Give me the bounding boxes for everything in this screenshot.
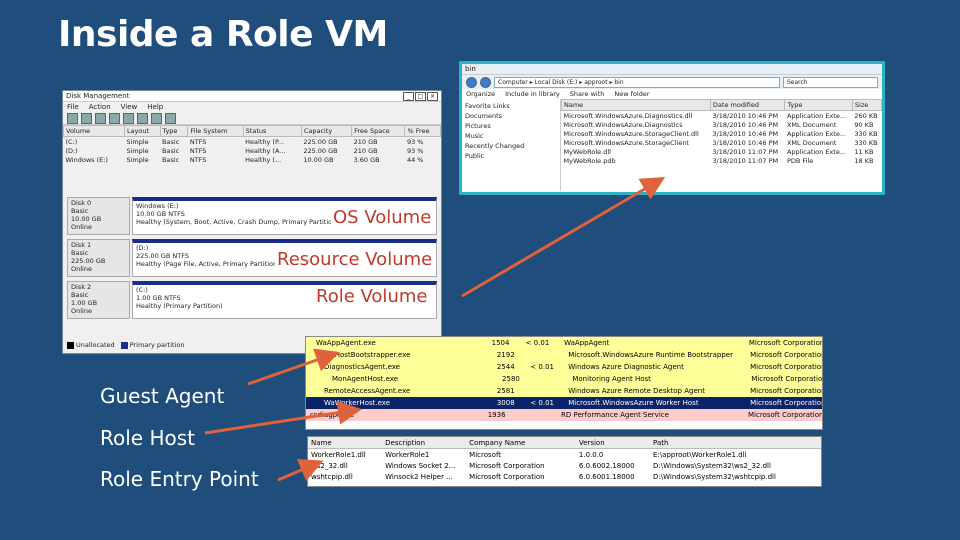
role-volume-arrow: [461, 176, 666, 298]
role-host-arrow: [204, 400, 362, 435]
guest-agent-arrow: [247, 348, 340, 386]
callout-arrows: [204, 176, 666, 482]
role-entry-point-arrow: [277, 458, 324, 482]
